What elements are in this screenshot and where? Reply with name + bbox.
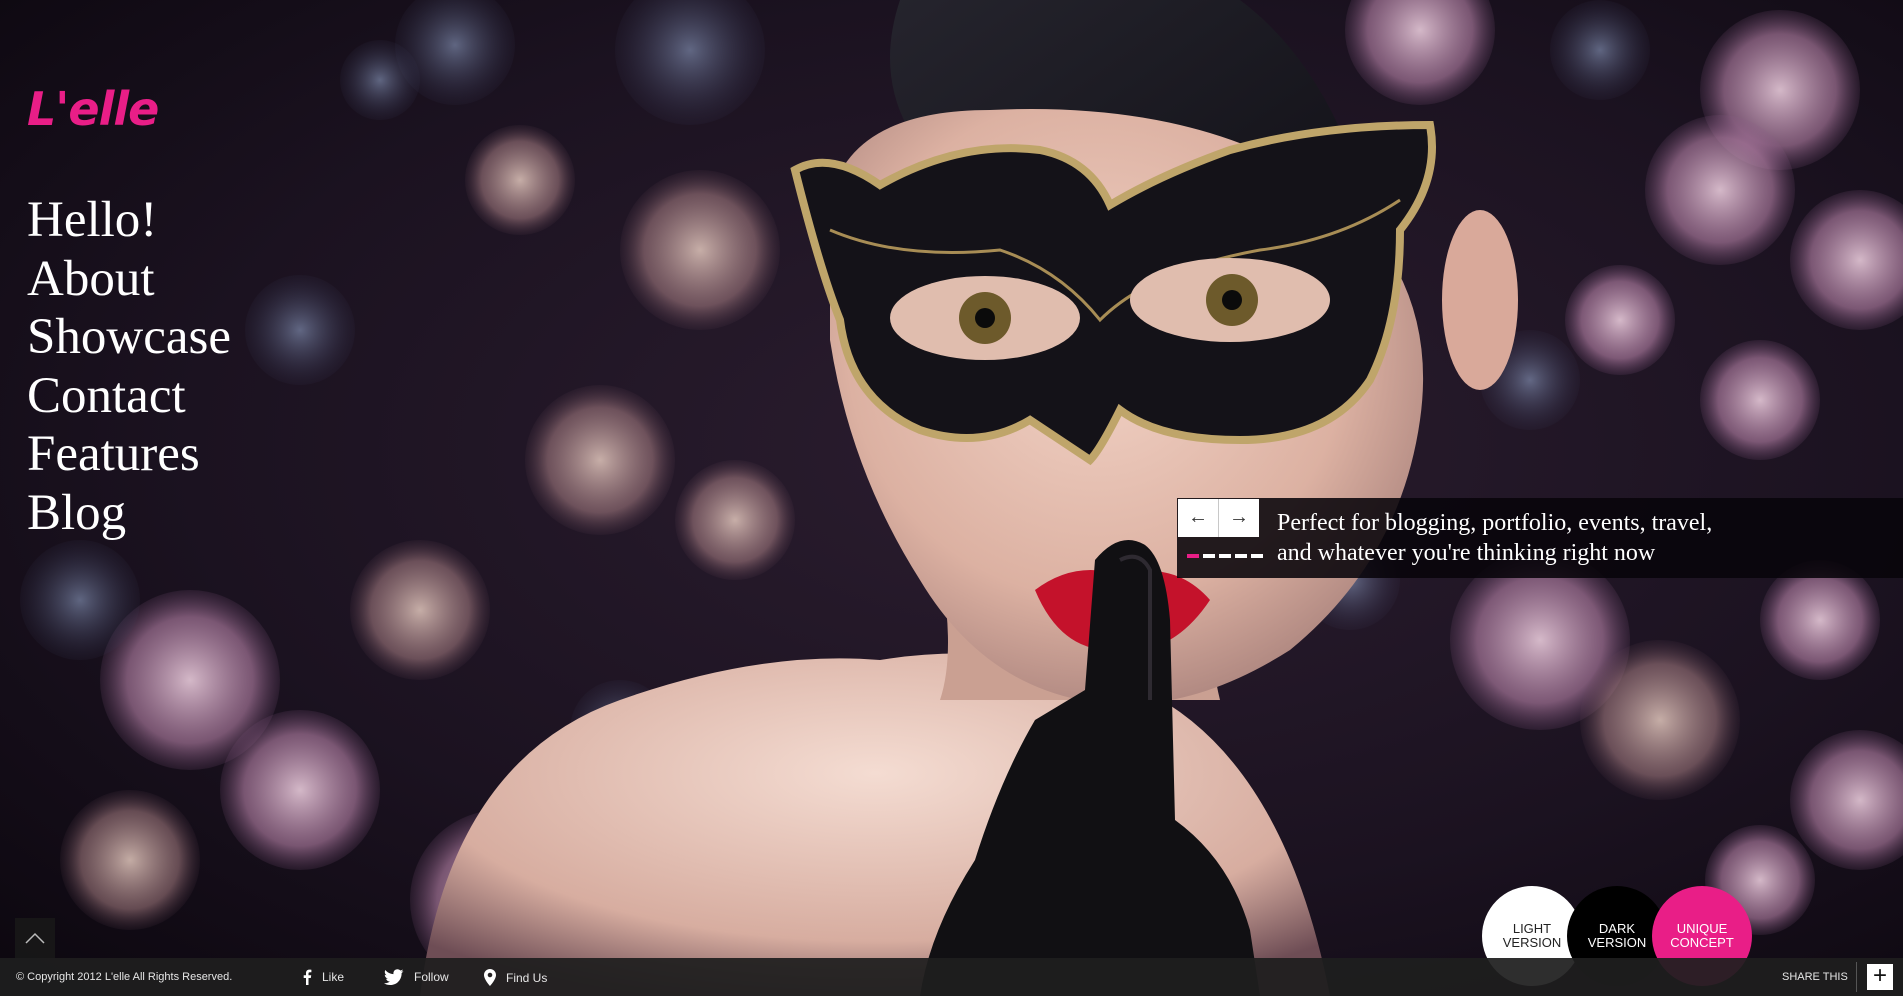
arrow-left-icon: ← — [1188, 506, 1208, 528]
dark-version-label: DARK VERSION — [1587, 921, 1647, 950]
nav-item-blog[interactable]: Blog — [27, 484, 231, 543]
chevron-up-icon — [25, 932, 45, 944]
slide-indicator-1[interactable] — [1187, 554, 1199, 558]
nav-item-contact[interactable]: Contact — [27, 367, 231, 426]
nav-item-about[interactable]: About — [27, 250, 231, 309]
arrow-right-icon: → — [1229, 506, 1249, 528]
copyright-text: © Copyright 2012 L'elle All Rights Reser… — [16, 971, 233, 983]
light-version-label: LIGHT VERSION — [1502, 921, 1562, 950]
scroll-top-button[interactable] — [15, 918, 55, 958]
slide-indicator-5[interactable] — [1251, 554, 1263, 558]
nav-item-features[interactable]: Features — [27, 425, 231, 484]
facebook-icon — [303, 969, 312, 985]
like-label: Like — [322, 970, 345, 984]
slide-indicators — [1187, 554, 1263, 558]
logo[interactable]: L'elle — [27, 86, 159, 132]
next-slide-button[interactable]: → — [1219, 499, 1259, 537]
facebook-like-link[interactable]: Like — [302, 969, 344, 985]
follow-label: Follow — [414, 970, 449, 984]
twitter-follow-link[interactable]: Follow — [384, 969, 449, 985]
slide-indicator-2[interactable] — [1203, 554, 1215, 558]
nav-item-hello[interactable]: Hello! — [27, 191, 231, 250]
find-us-label: Find Us — [506, 970, 548, 985]
main-nav: Hello! About Showcase Contact Features B… — [27, 191, 231, 543]
unique-concept-label: UNIQUE CONCEPT — [1670, 921, 1734, 950]
nav-item-showcase[interactable]: Showcase — [27, 308, 231, 367]
plus-icon: + — [1872, 962, 1887, 989]
slide-indicator-3[interactable] — [1219, 554, 1231, 558]
share-plus-button[interactable]: + — [1867, 964, 1893, 990]
prev-slide-button[interactable]: ← — [1178, 499, 1219, 537]
footer: © Copyright 2012 L'elle All Rights Reser… — [0, 958, 1903, 996]
map-pin-icon — [484, 969, 496, 986]
footer-divider — [1856, 962, 1857, 992]
slide-caption: Perfect for blogging, portfolio, events,… — [1277, 510, 1713, 566]
twitter-icon — [384, 969, 404, 985]
slider-caption-box: ← → Perfect for blogging, portfolio, eve… — [1177, 498, 1903, 578]
find-us-link[interactable]: Find Us — [484, 969, 547, 986]
share-this-label[interactable]: SHARE THIS — [1782, 971, 1848, 983]
slide-indicator-4[interactable] — [1235, 554, 1247, 558]
